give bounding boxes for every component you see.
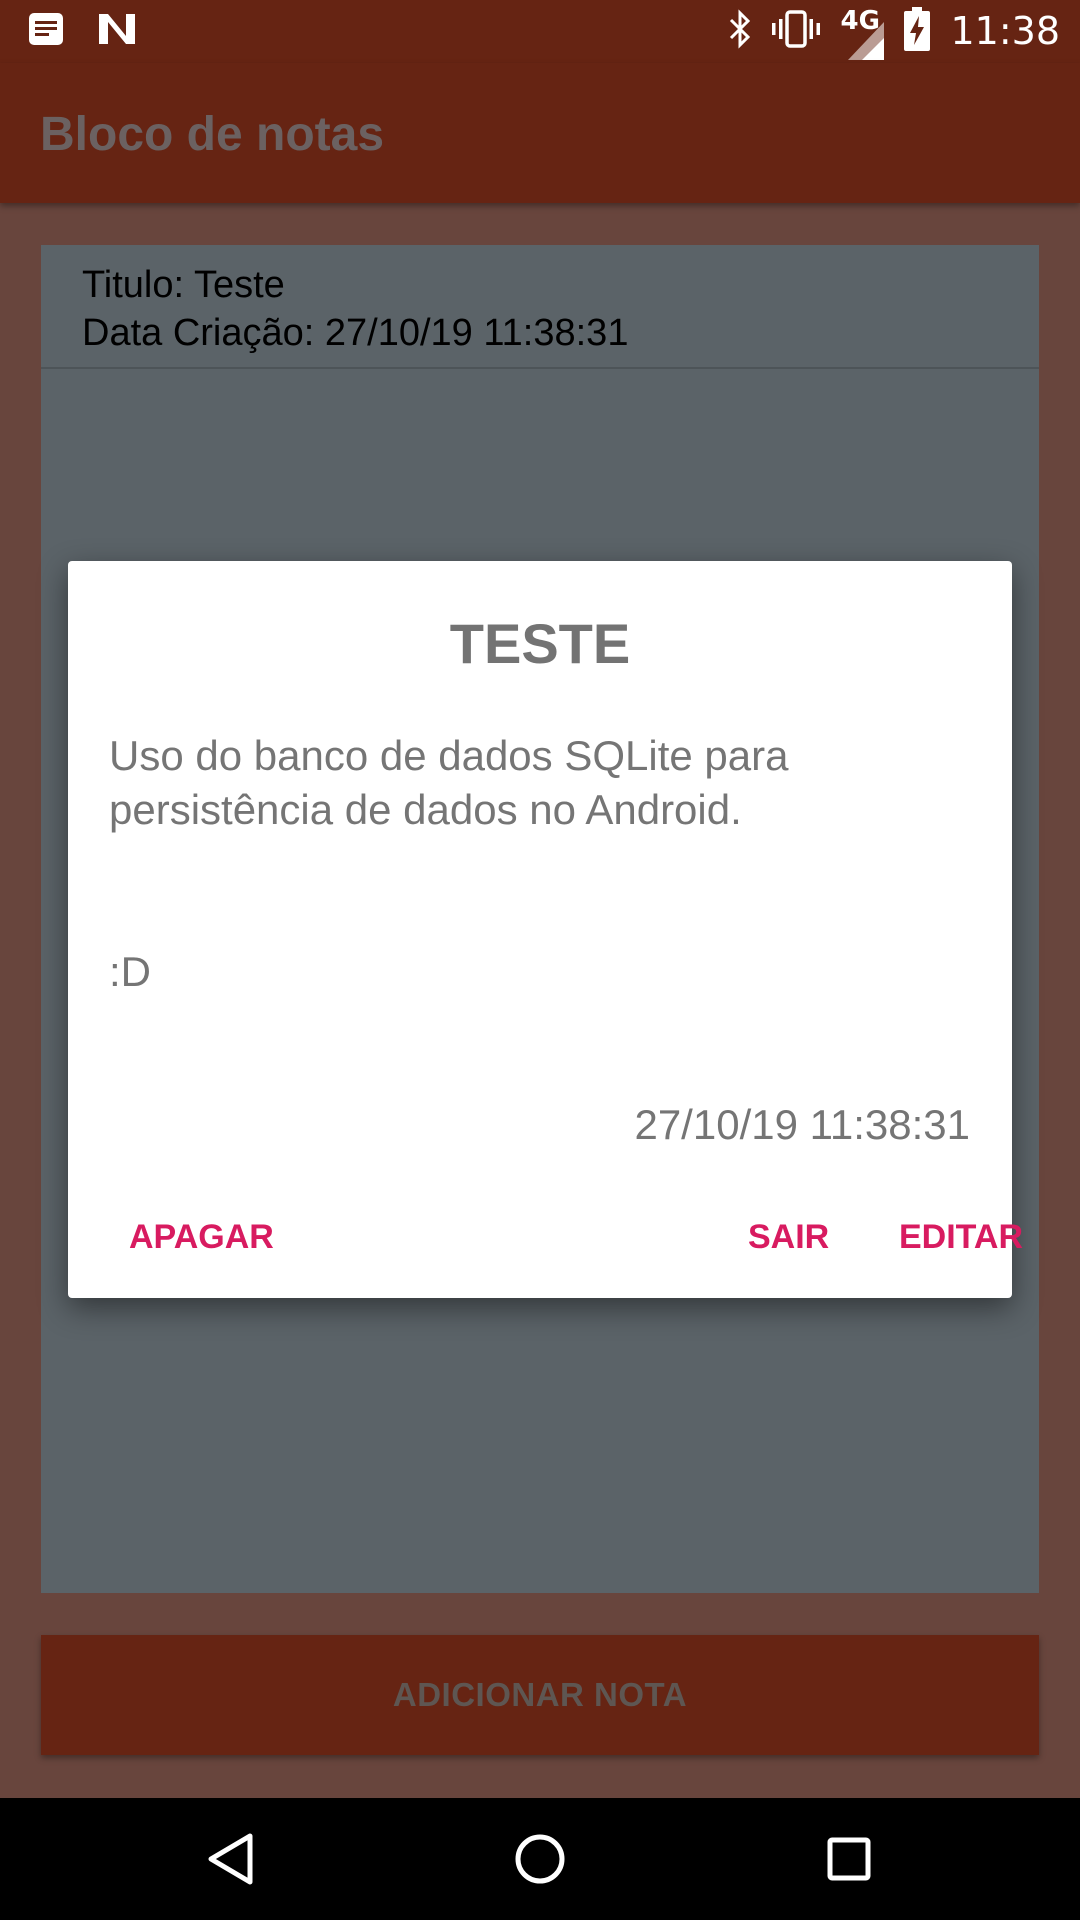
dialog-note-text: Uso do banco de dados SQLite para persis… xyxy=(109,732,789,833)
n-notification-icon xyxy=(98,12,136,51)
status-bar: 4G 11:38 xyxy=(0,0,1080,63)
dialog-note-content: Uso do banco de dados SQLite para persis… xyxy=(109,729,969,999)
vibrate-icon xyxy=(772,9,821,54)
dialog-note-date: 27/10/19 11:38:31 xyxy=(634,1101,970,1148)
edit-button[interactable]: EDITAR xyxy=(879,1201,1043,1273)
recents-icon[interactable] xyxy=(816,1826,882,1892)
dialog-title: TESTE xyxy=(449,612,631,675)
note-dialog: TESTE Uso do banco de dados SQLite para … xyxy=(68,561,1023,1298)
dialog-note-extra: :D xyxy=(109,948,151,995)
notification-news-icon xyxy=(28,12,64,51)
add-note-button[interactable]: ADICIONAR NOTA xyxy=(41,1635,1039,1755)
app-title: Bloco de notas xyxy=(40,108,385,161)
note-list-item[interactable]: Titulo: Teste Data Criação: 27/10/19 11:… xyxy=(41,245,1039,369)
home-icon[interactable] xyxy=(507,1826,573,1892)
exit-button[interactable]: SAIR xyxy=(728,1201,849,1273)
bluetooth-icon xyxy=(728,8,752,54)
battery-charging-icon xyxy=(904,6,931,56)
clock: 11:38 xyxy=(950,9,1060,53)
back-icon[interactable] xyxy=(198,1826,264,1892)
signal-icon: 4G xyxy=(840,6,885,60)
delete-button[interactable]: APAGAR xyxy=(109,1201,294,1273)
note-creation-date: Data Criação: 27/10/19 11:38:31 xyxy=(82,312,629,354)
note-title: Titulo: Teste xyxy=(82,264,285,306)
navigation-bar xyxy=(0,1798,1080,1920)
app-bar: Bloco de notas xyxy=(0,63,1080,203)
